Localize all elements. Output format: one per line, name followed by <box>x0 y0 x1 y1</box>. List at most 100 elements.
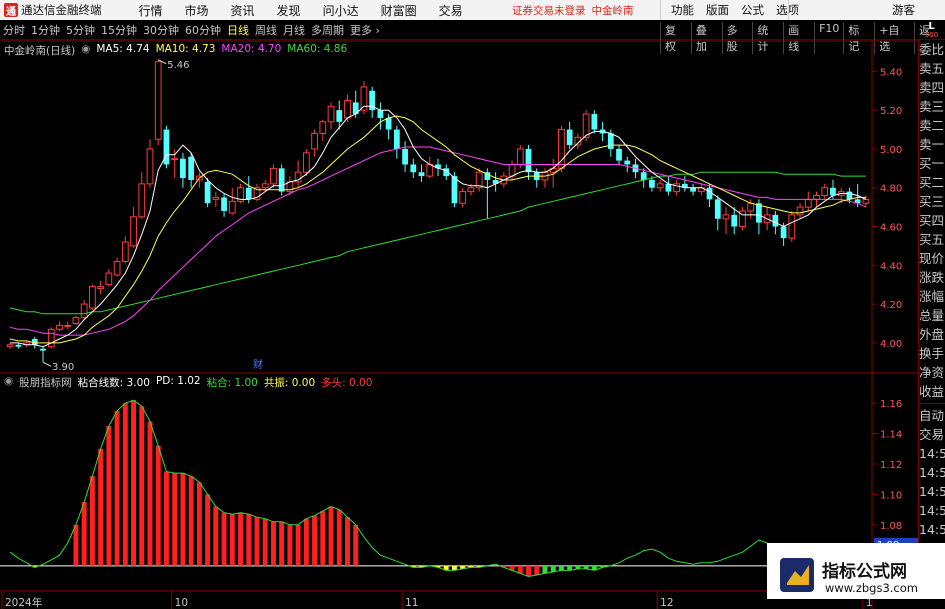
menu-zixun[interactable]: 资讯 <box>220 2 266 19</box>
title-bar: 通 通达信金融终端 行情 市场 资讯 发现 问小达 财富圈 交易 证券交易未登录… <box>0 0 945 20</box>
tab-60min[interactable]: 60分钟 <box>182 22 224 38</box>
candle-body-up <box>319 121 327 134</box>
watermark-title: 指标公式网 <box>822 562 907 582</box>
watermark-url: www.zbgs3.com <box>825 581 918 595</box>
tab-15min[interactable]: 15分钟 <box>98 22 140 38</box>
trade-time-item: 交易 <box>919 427 945 442</box>
indicator-bar <box>336 509 342 566</box>
indicator-line <box>9 399 866 578</box>
tab-1min[interactable]: 1分钟 <box>28 22 63 38</box>
kline-chart[interactable]: 5.40 5.20 5.00 4.80 4.60 4.40 4.20 4.00 1.16 1.14… <box>0 40 918 609</box>
tab-more[interactable]: 更多 › <box>347 22 383 38</box>
indicator-bar <box>180 473 186 566</box>
line-count-label: 粘合线数: 3.00 <box>77 377 150 389</box>
high-marker-label: 5.46 <box>167 60 189 71</box>
candle-body-down <box>393 129 400 149</box>
candle-body-up <box>516 148 524 165</box>
gongzhen-label: 共振: 0.00 <box>263 377 316 389</box>
low-marker-line <box>42 361 52 367</box>
candle-body-down <box>830 187 836 196</box>
trade-status-text: 证券交易未登录 <box>512 5 586 17</box>
candle-body-down <box>731 214 738 227</box>
indicator-bar <box>254 517 260 566</box>
indicator-toggle-icon[interactable]: ◉ <box>4 375 13 390</box>
indicator-bar <box>345 517 350 566</box>
candle-body-up <box>64 324 72 327</box>
tab-multi-period[interactable]: 多周期 <box>308 22 347 38</box>
indicator-bar <box>262 518 268 566</box>
candle-body-up <box>582 113 590 138</box>
legend-toggle-icon[interactable]: ◉ <box>81 43 90 58</box>
guest-user[interactable]: 游客 <box>892 2 915 18</box>
indicator-bar <box>131 400 137 566</box>
indicator-legend: ◉ 股朋指标网 粘合线数: 3.00 PD: 1.02 粘合: 1.00 共振:… <box>4 375 372 390</box>
candle-body-up <box>344 99 351 119</box>
menu-shichang[interactable]: 市场 <box>174 2 220 19</box>
menu-jiaoyi[interactable]: 交易 <box>428 2 474 19</box>
quote-labels: 委比 卖五 卖四 卖三 卖二 卖一 买一 买二 买三 买四 买五 现价 涨跌 涨幅 总量 外盘 换手 净资 收益 自动… <box>919 40 945 596</box>
menu-caifuquan[interactable]: 财富圈 <box>370 2 428 19</box>
quote-label: 涨跌 <box>919 270 945 285</box>
indicator-bar <box>238 512 243 566</box>
indicator-bar <box>196 482 202 566</box>
indicator-bar <box>73 524 79 566</box>
tab-weekly[interactable]: 周线 <box>252 22 280 38</box>
price-tick-label: 4.40 <box>880 261 902 272</box>
candle-body-down <box>451 176 458 204</box>
candle-body-down <box>525 148 532 173</box>
candle-body-up <box>113 260 121 276</box>
candle-body-up <box>311 132 318 150</box>
tab-monthly[interactable]: 月线 <box>280 22 308 38</box>
menu-banmian[interactable]: 版面 <box>700 2 735 18</box>
app-title: 通达信金融终端 <box>21 3 102 17</box>
right-menu: 功能 版面 公式 选项 <box>665 2 805 18</box>
tab-fenshi[interactable]: 分时 <box>0 22 28 38</box>
tab-5min[interactable]: 5分钟 <box>63 22 98 38</box>
quote-label: 卖一 <box>919 137 945 152</box>
title-separator <box>788 0 789 20</box>
tab-daily[interactable]: 日线 <box>224 22 252 38</box>
indicator-bar <box>270 521 276 566</box>
trade-time-item: 14:56 <box>919 465 945 480</box>
candle-body-up <box>302 152 310 173</box>
indicator-bar <box>139 406 145 566</box>
indicator-bar <box>114 410 120 566</box>
candle-body-up <box>804 198 812 208</box>
low-marker-label: 3.90 <box>52 362 74 373</box>
candle-body-down <box>402 148 408 165</box>
indicator-bar <box>122 403 128 566</box>
indicator-bar <box>320 511 326 566</box>
menu-gongshi[interactable]: 公式 <box>735 2 770 18</box>
candle-body-up <box>121 241 129 262</box>
menu-hangqing[interactable]: 行情 <box>128 2 174 19</box>
menu-gongneng[interactable]: 功能 <box>665 2 700 18</box>
duotou-label: 多头: 0.00 <box>321 377 373 389</box>
indicator-bar <box>188 476 194 566</box>
trade-login-notice[interactable]: 证券交易未登录 中金岭南 <box>512 3 634 18</box>
indicator-bar <box>328 506 334 566</box>
candle-body-down <box>204 181 211 204</box>
quote-label: 买二 <box>919 175 945 190</box>
candle-body-down <box>649 179 655 188</box>
indicator-bar <box>106 426 112 566</box>
quote-label: 涨幅 <box>919 289 945 304</box>
price-tick-label: 4.00 <box>880 339 902 350</box>
date-tick-label: 2024年 <box>5 596 42 609</box>
indicator-bar <box>550 565 556 572</box>
indicator-bar <box>279 521 285 566</box>
price-tick-label: 4.20 <box>880 300 902 311</box>
indicator-bar <box>163 471 169 566</box>
quote-label: 卖二 <box>919 118 945 133</box>
indicator-bar <box>312 515 318 566</box>
candle-body-down <box>410 164 417 173</box>
level2-number: 500 <box>924 31 939 39</box>
candle-body-up <box>508 163 516 177</box>
quote-label: 收益 <box>919 384 945 399</box>
menu-wenxiaoda[interactable]: 问小达 <box>312 2 370 19</box>
indicator-bar <box>353 524 359 566</box>
menu-faxian[interactable]: 发现 <box>266 2 312 19</box>
tab-30min[interactable]: 30分钟 <box>140 22 182 38</box>
pd-label: PD: 1.02 <box>155 375 201 387</box>
candle-body-up <box>130 216 137 247</box>
level2-badge[interactable]: L 500 <box>918 22 945 40</box>
